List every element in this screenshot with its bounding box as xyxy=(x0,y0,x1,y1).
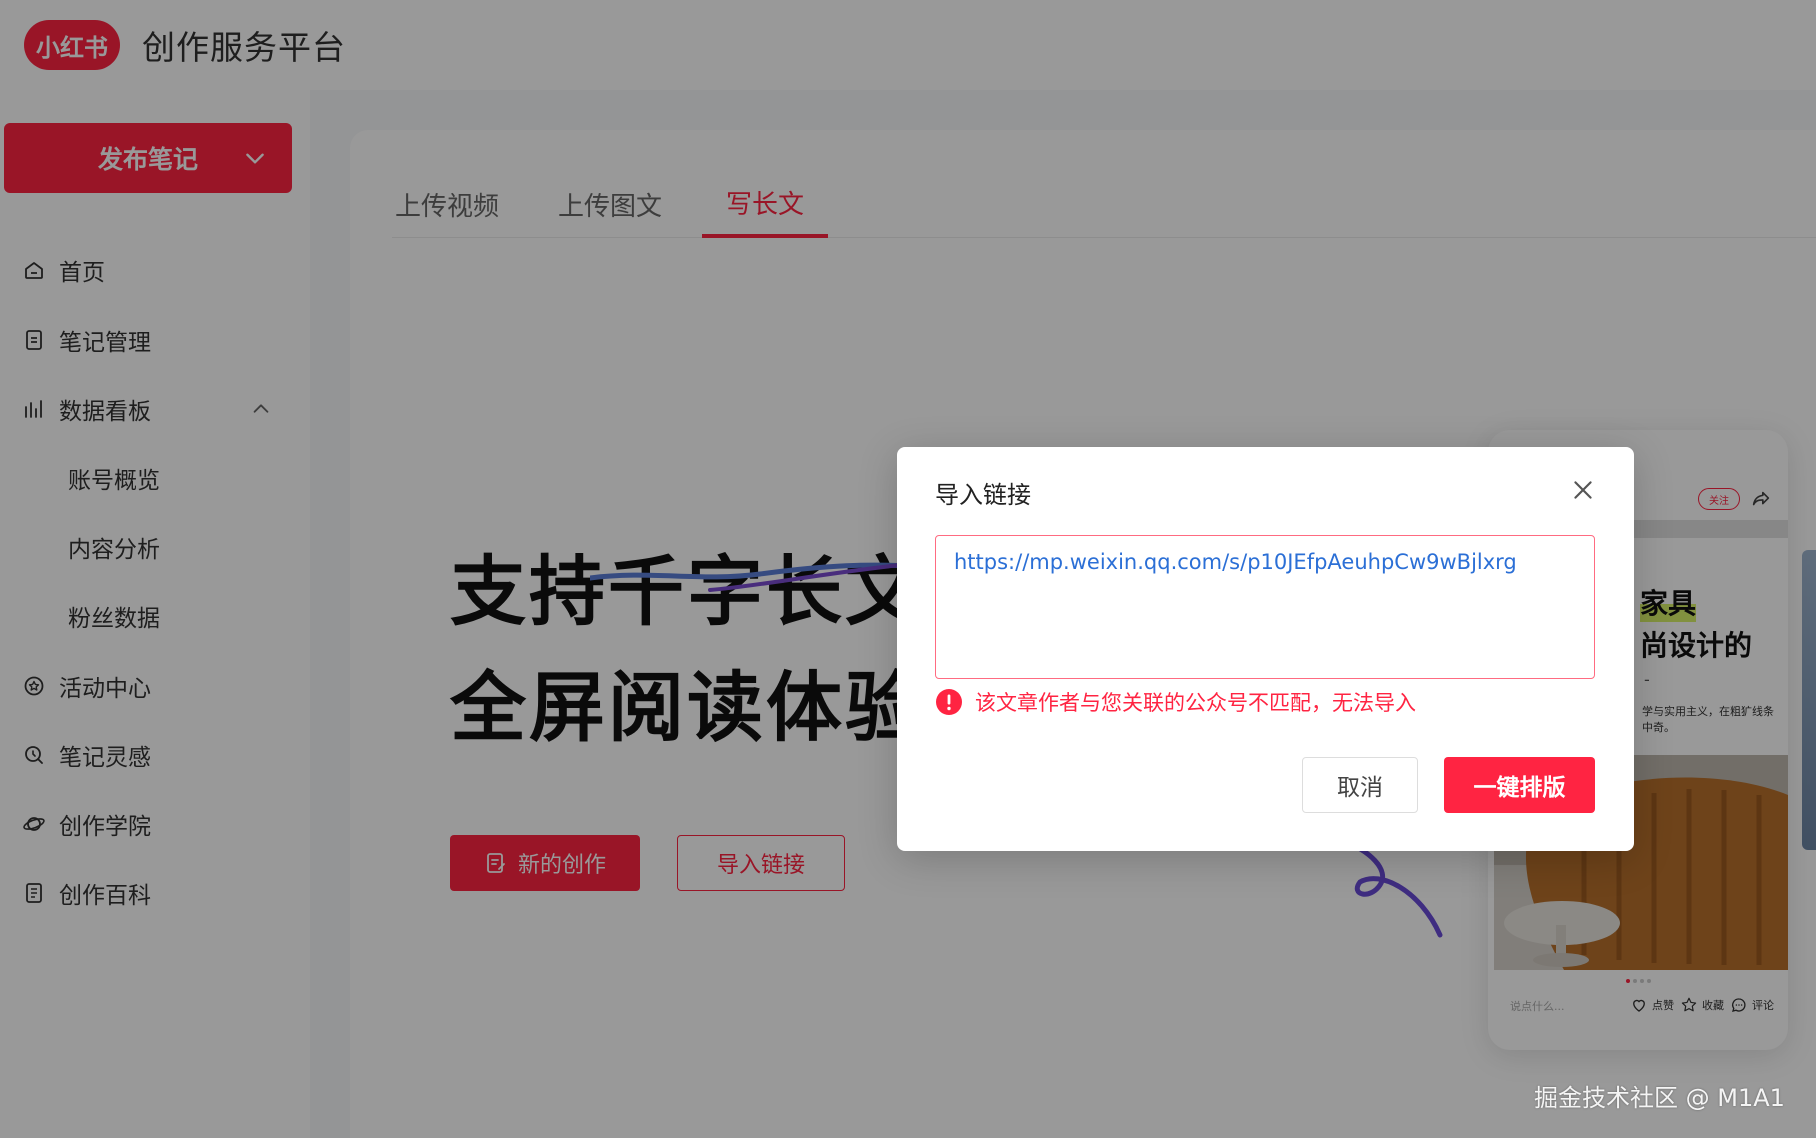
error-text: 该文章作者与您关联的公众号不匹配，无法导入 xyxy=(975,691,1416,715)
cancel-button[interactable]: 取消 xyxy=(1302,757,1418,813)
link-input[interactable]: https://mp.weixin.qq.com/s/p10JEfpAeuhpC… xyxy=(935,535,1595,679)
import-link-dialog: 导入链接 https://mp.weixin.qq.com/s/p10JEfpA… xyxy=(897,447,1634,851)
cancel-label: 取消 xyxy=(1337,775,1383,801)
error-icon xyxy=(936,689,962,715)
watermark: 掘金技术社区 @ M1A1 xyxy=(1534,1084,1785,1112)
error-message: 该文章作者与您关联的公众号不匹配，无法导入 xyxy=(935,687,1416,717)
close-icon[interactable] xyxy=(1570,477,1596,503)
dialog-title: 导入链接 xyxy=(935,481,1031,509)
one-click-format-button[interactable]: 一键排版 xyxy=(1444,757,1595,813)
one-click-format-label: 一键排版 xyxy=(1473,775,1566,801)
